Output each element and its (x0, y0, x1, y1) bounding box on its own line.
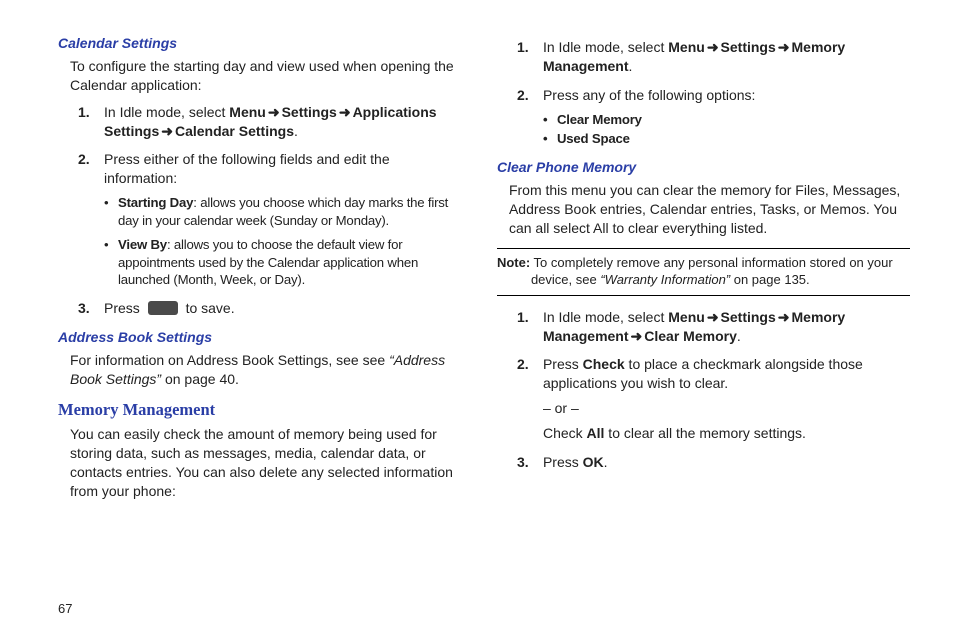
memory-steps-top: In Idle mode, select Menu➜Settings➜Memor… (497, 38, 910, 148)
softkey-icon (148, 301, 178, 315)
arrow-icon: ➜ (705, 39, 721, 55)
address-text: For information on Address Book Settings… (70, 351, 463, 389)
text: Press (543, 454, 583, 470)
heading-clear-phone-memory: Clear Phone Memory (497, 158, 910, 177)
or-line: – or – (543, 399, 910, 418)
heading-calendar-settings: Calendar Settings (58, 34, 463, 53)
settings-label: Settings (721, 309, 776, 325)
arrow-icon: ➜ (776, 309, 792, 325)
text: In Idle mode, select (543, 309, 668, 325)
settings-label: Settings (282, 104, 337, 120)
cal-label: Calendar Settings (175, 123, 294, 139)
menu-label: Menu (668, 39, 705, 55)
dot: . (294, 123, 298, 139)
memory-step-1: In Idle mode, select Menu➜Settings➜Memor… (497, 38, 910, 76)
dot: . (737, 328, 741, 344)
calendar-steps: In Idle mode, select Menu➜Settings➜Appli… (58, 103, 463, 319)
bullet-used-space: Used Space (543, 130, 910, 148)
two-column-layout: Calendar Settings To configure the start… (58, 34, 910, 589)
menu-label: Menu (229, 104, 266, 120)
text: Press (104, 300, 140, 316)
memory-bullets: Clear Memory Used Space (543, 111, 910, 149)
bullet-clear-memory: Clear Memory (543, 111, 910, 129)
note-label: Note: (497, 255, 530, 270)
memory-step-2: Press any of the following options: Clea… (497, 86, 910, 149)
clear-step-2: Press Check to place a checkmark alongsi… (497, 355, 910, 443)
all-label: All (587, 425, 605, 441)
note-box: Note: To completely remove any personal … (497, 248, 910, 296)
arrow-icon: ➜ (159, 123, 175, 139)
step2-text: Press any of the following options: (543, 86, 910, 105)
clear-step-1: In Idle mode, select Menu➜Settings➜Memor… (497, 308, 910, 346)
right-column: In Idle mode, select Menu➜Settings➜Memor… (497, 34, 910, 589)
left-column: Calendar Settings To configure the start… (58, 34, 463, 589)
ok-label: OK (583, 454, 604, 470)
arrow-icon: ➜ (337, 104, 353, 120)
arrow-icon: ➜ (266, 104, 282, 120)
memory-text: You can easily check the amount of memor… (70, 425, 463, 501)
calendar-intro: To configure the starting day and view u… (70, 57, 463, 95)
clear-label: Clear Memory (644, 328, 737, 344)
clear-intro: From this menu you can clear the memory … (509, 181, 910, 238)
clear-steps: In Idle mode, select Menu➜Settings➜Memor… (497, 308, 910, 472)
clear-step-3: Press OK. (497, 453, 910, 472)
settings-label: Settings (721, 39, 776, 55)
text: In Idle mode, select (104, 104, 229, 120)
calendar-bullets: Starting Day: allows you choose which da… (104, 194, 463, 289)
heading-address-book: Address Book Settings (58, 328, 463, 347)
note-after: on page 135. (730, 272, 810, 287)
dot: . (604, 454, 608, 470)
bullet-label: View By (118, 237, 167, 252)
menu-label: Menu (668, 309, 705, 325)
note-ref: “Warranty Information” (600, 272, 730, 287)
text: to save. (186, 300, 235, 316)
text: In Idle mode, select (543, 39, 668, 55)
text: Check (543, 425, 587, 441)
bullet-label: Starting Day (118, 195, 193, 210)
dot: . (629, 58, 633, 74)
text: to clear all the memory settings. (604, 425, 806, 441)
manual-page: Calendar Settings To configure the start… (0, 0, 954, 636)
text: Press (543, 356, 583, 372)
heading-memory-management: Memory Management (58, 399, 463, 421)
step2-text: Press either of the following fields and… (104, 150, 463, 188)
text: For information on Address Book Settings… (70, 352, 389, 368)
calendar-step-2: Press either of the following fields and… (58, 150, 463, 289)
arrow-icon: ➜ (705, 309, 721, 325)
bullet-view-by: View By: allows you to choose the defaul… (104, 236, 463, 289)
calendar-step-1: In Idle mode, select Menu➜Settings➜Appli… (58, 103, 463, 141)
page-number: 67 (58, 589, 910, 616)
arrow-icon: ➜ (776, 39, 792, 55)
calendar-step-3: Press to save. (58, 299, 463, 318)
bullet-starting-day: Starting Day: allows you choose which da… (104, 194, 463, 230)
arrow-icon: ➜ (629, 328, 645, 344)
text: on page 40. (161, 371, 239, 387)
check-label: Check (583, 356, 625, 372)
